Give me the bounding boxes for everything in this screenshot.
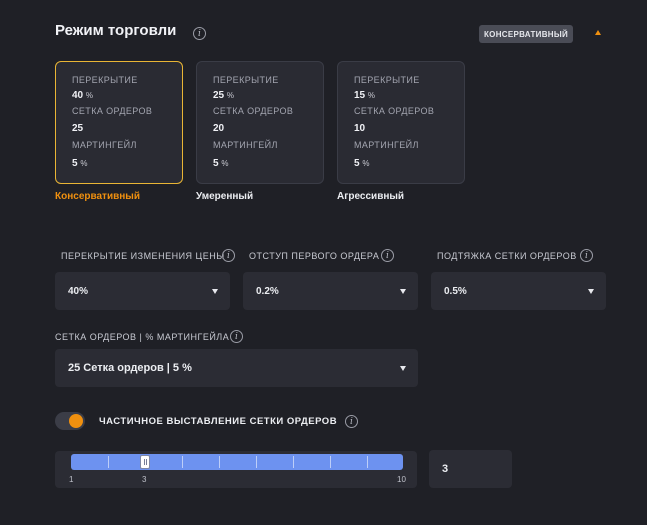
mode-badge: КОНСЕРВАТИВНЫЙ bbox=[479, 25, 574, 43]
info-icon[interactable]: i bbox=[230, 330, 243, 343]
slider-min-label: 1 bbox=[69, 475, 74, 484]
price-overlap-select[interactable]: 40% bbox=[55, 272, 230, 310]
select-value: 0.2% bbox=[256, 285, 279, 297]
preset-card-conservative[interactable]: ПЕРЕКРЫТИЕ 40 % СЕТКА ОРДЕРОВ 25 МАРТИНГ… bbox=[55, 61, 183, 184]
grid-value: 25 bbox=[72, 123, 84, 134]
info-icon[interactable]: i bbox=[580, 249, 593, 262]
info-icon[interactable]: i bbox=[381, 249, 394, 262]
martingale-value: 5 % bbox=[354, 158, 370, 169]
slider-current-label: 3 bbox=[142, 475, 147, 484]
martingale-label: МАРТИНГЕЙЛ bbox=[72, 140, 137, 150]
partial-grid-label: ЧАСТИЧНОЕ ВЫСТАВЛЕНИЕ СЕТКИ ОРДЕРОВ bbox=[99, 416, 338, 427]
slider-tick bbox=[108, 456, 109, 468]
select-value: 40% bbox=[68, 285, 89, 297]
preset-card-moderate[interactable]: ПЕРЕКРЫТИЕ 25 % СЕТКА ОРДЕРОВ 20 МАРТИНГ… bbox=[196, 61, 324, 184]
grid-label: СЕТКА ОРДЕРОВ bbox=[72, 106, 153, 116]
overlap-label: ПЕРЕКРЫТИЕ bbox=[354, 75, 420, 85]
grid-label: СЕТКА ОРДЕРОВ bbox=[213, 106, 294, 116]
preset-name-aggressive[interactable]: Агрессивный bbox=[337, 191, 404, 202]
slider-tick bbox=[367, 456, 368, 468]
grid-value: 20 bbox=[213, 123, 225, 134]
dropdown-icon bbox=[400, 288, 406, 294]
preset-card-aggressive[interactable]: ПЕРЕКРЫТИЕ 15 % СЕТКА ОРДЕРОВ 10 МАРТИНГ… bbox=[337, 61, 465, 184]
martingale-label: МАРТИНГЕЙЛ bbox=[213, 140, 278, 150]
partial-grid-value[interactable]: 3 bbox=[429, 450, 512, 488]
grid-value: 10 bbox=[354, 123, 366, 134]
price-overlap-label: ПЕРЕКРЫТИЕ ИЗМЕНЕНИЯ ЦЕНЫ bbox=[61, 251, 225, 261]
partial-grid-toggle[interactable] bbox=[55, 412, 85, 430]
overlap-value: 15 % bbox=[354, 90, 376, 101]
select-value: 25 Сетка ордеров | 5 % bbox=[68, 362, 192, 374]
slider-tick bbox=[182, 456, 183, 468]
overlap-value: 40 % bbox=[72, 90, 94, 101]
toggle-knob bbox=[69, 414, 83, 428]
martingale-value: 5 % bbox=[72, 158, 88, 169]
slider-max-label: 10 bbox=[397, 475, 406, 484]
dropdown-icon bbox=[212, 288, 218, 294]
dropdown-icon bbox=[588, 288, 594, 294]
first-order-offset-select[interactable]: 0.2% bbox=[243, 272, 418, 310]
info-icon[interactable]: i bbox=[222, 249, 235, 262]
slider-track[interactable] bbox=[71, 454, 403, 470]
info-icon[interactable]: i bbox=[345, 415, 358, 428]
preset-name-moderate[interactable]: Умеренный bbox=[196, 191, 253, 202]
slider-tick bbox=[293, 456, 294, 468]
grid-label: СЕТКА ОРДЕРОВ bbox=[354, 106, 435, 116]
preset-name-conservative[interactable]: Консервативный bbox=[55, 191, 140, 202]
slider-tick bbox=[219, 456, 220, 468]
select-value: 0.5% bbox=[444, 285, 467, 297]
page-title: Режим торговли bbox=[55, 22, 177, 39]
slider-tick bbox=[256, 456, 257, 468]
grid-martingale-label: СЕТКА ОРДЕРОВ | % МАРТИНГЕЙЛА bbox=[55, 332, 230, 342]
martingale-label: МАРТИНГЕЙЛ bbox=[354, 140, 419, 150]
grid-pullup-label: ПОДТЯЖКА СЕТКИ ОРДЕРОВ bbox=[437, 251, 577, 261]
martingale-value: 5 % bbox=[213, 158, 229, 169]
first-order-offset-label: ОТСТУП ПЕРВОГО ОРДЕРА bbox=[249, 251, 380, 261]
overlap-label: ПЕРЕКРЫТИЕ bbox=[213, 75, 279, 85]
grid-pullup-select[interactable]: 0.5% bbox=[431, 272, 606, 310]
grid-martingale-select[interactable]: 25 Сетка ордеров | 5 % bbox=[55, 349, 418, 387]
overlap-value: 25 % bbox=[213, 90, 235, 101]
info-icon[interactable]: i bbox=[193, 27, 206, 40]
slider-thumb[interactable] bbox=[140, 455, 150, 469]
dropdown-icon bbox=[400, 365, 406, 371]
slider-tick bbox=[330, 456, 331, 468]
overlap-label: ПЕРЕКРЫТИЕ bbox=[72, 75, 138, 85]
collapse-arrow-icon[interactable] bbox=[595, 30, 601, 35]
